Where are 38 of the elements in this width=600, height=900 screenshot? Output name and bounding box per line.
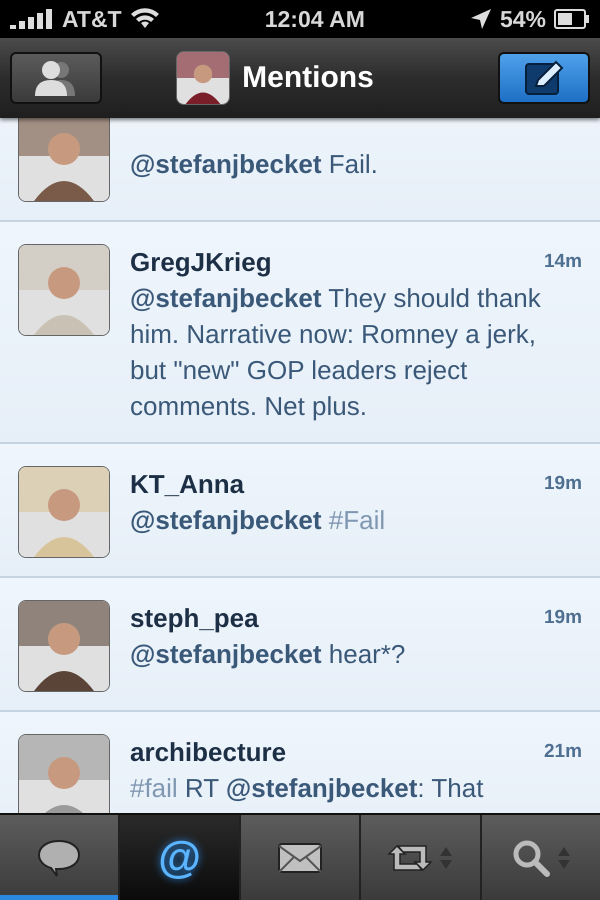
tweet-time: 21m [544, 741, 582, 763]
user-name: steph_pea [130, 602, 259, 634]
tab[interactable] [240, 815, 360, 900]
tweet-text: @stefanjbecket Fail. [130, 148, 379, 181]
signal-icon [10, 9, 54, 29]
accounts-button[interactable] [10, 52, 102, 104]
clock-time: 12:04 AM [264, 6, 365, 32]
battery-icon [554, 9, 590, 29]
carrier-name: AT&T [62, 6, 122, 32]
battery-percent: 54% [500, 6, 546, 32]
compose-icon [522, 58, 566, 98]
screen-title: Mentions [242, 61, 374, 95]
speech-bubble-icon [36, 838, 82, 878]
tab[interactable] [0, 815, 118, 900]
tweet-text: @stefanjbecket #Fail [130, 504, 386, 537]
search-icon [510, 838, 551, 878]
tweet-time: 19m [544, 607, 582, 629]
tweet-text: @stefanjbecket hear*? [130, 638, 406, 671]
tweet-row[interactable]: @stefanjbecket Fail. [0, 118, 600, 222]
wifi-icon [130, 8, 160, 30]
tweet-row[interactable]: steph_pea 19m @stefanjbecket hear*? [0, 578, 600, 712]
tweet-row[interactable]: GregJKrieg 14m @stefanjbecket They should thank him. Narrative now: Romney a jerk, but "new" GOP leaders reject comments. Net plus. [0, 222, 600, 444]
tweet-time: 19m [544, 473, 582, 495]
tweet-text: @stefanjbecket They should thank him. Narrative now: Romney a jerk, but "new" GOP leaders reject comments. Net plus. [130, 282, 542, 423]
compose-button[interactable] [498, 52, 590, 104]
location-arrow-icon [470, 8, 492, 30]
tweet-row[interactable]: archibecture 21m #fail RT @stefanjbecket: That [0, 712, 600, 813]
user-name: archibecture [130, 736, 286, 768]
envelope-icon [277, 842, 324, 874]
user-name: GregJKrieg [130, 246, 272, 278]
tweet-text: #fail RT @stefanjbecket: That [130, 772, 484, 805]
tweet-row[interactable]: KT_Anna 19m @stefanjbecket #Fail [0, 444, 600, 578]
tab[interactable] [361, 815, 480, 900]
tweet-time: 14m [544, 251, 582, 273]
tab[interactable] [482, 815, 600, 900]
user-name: KT_Anna [130, 468, 244, 500]
profile-avatar [176, 51, 230, 105]
tab[interactable]: @ [120, 815, 239, 900]
